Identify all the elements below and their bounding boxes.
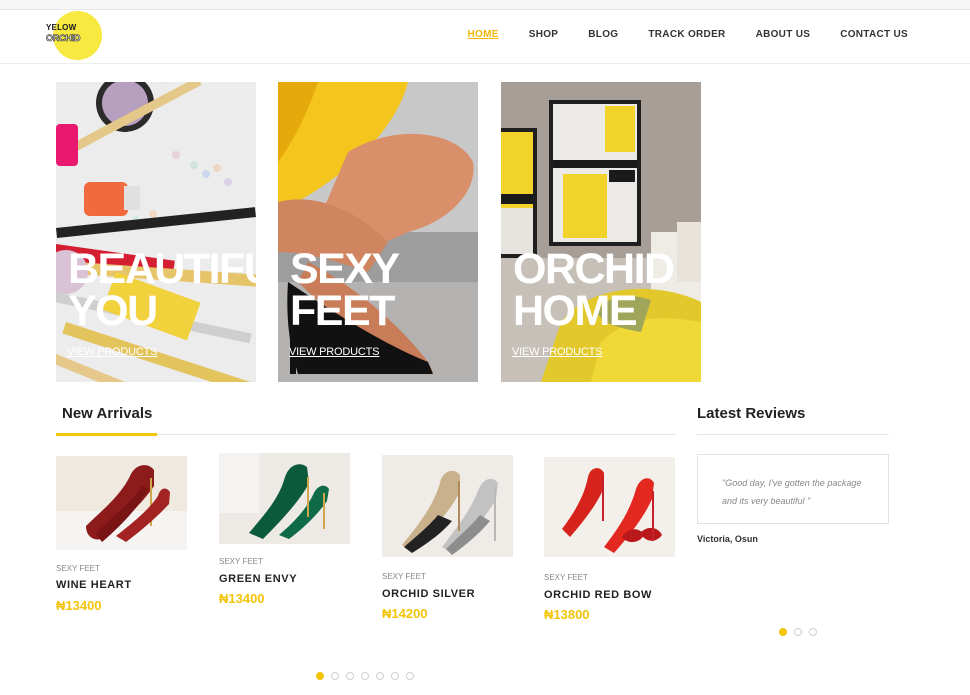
pager-dot[interactable]	[406, 672, 414, 680]
pager-dot[interactable]	[316, 672, 324, 680]
banner-sexy-feet[interactable]: SEXY FEET VIEW PRODUCTS	[278, 82, 478, 382]
pager-dot[interactable]	[361, 672, 369, 680]
product-card[interactable]: SEXY FEET GREEN ENVY ₦13400	[219, 453, 351, 613]
product-category: SEXY FEET	[544, 573, 588, 582]
top-bar	[0, 0, 970, 10]
pager-dot[interactable]	[794, 628, 802, 636]
product-category: SEXY FEET	[56, 564, 100, 573]
nav-shop[interactable]: SHOP	[529, 29, 559, 40]
product-name[interactable]: ORCHID RED BOW	[544, 589, 652, 601]
pager-dot[interactable]	[809, 628, 817, 636]
site-header: YELOW ORCHID HOME SHOP BLOG TRACK ORDER …	[0, 10, 970, 64]
promo-banners: BEAUTIFUL YOU VIEW PRODUCTS SEXY FEET VI…	[56, 82, 756, 382]
review-author: Victoria, Osun	[697, 534, 758, 544]
product-price: ₦13400	[219, 591, 265, 606]
new-arrivals-underline	[56, 433, 157, 436]
banner-title: ORCHID HOME	[513, 245, 675, 335]
product-name[interactable]: GREEN ENVY	[219, 573, 297, 585]
product-card[interactable]: SEXY FEET WINE HEART ₦13400	[56, 456, 188, 616]
nav-blog[interactable]: BLOG	[588, 29, 618, 40]
new-arrivals-heading: New Arrivals	[62, 405, 153, 422]
product-image[interactable]	[219, 453, 350, 544]
banner-home-image	[501, 82, 701, 382]
banner-orchid-home[interactable]: ORCHID HOME VIEW PRODUCTS	[501, 82, 701, 382]
product-category: SEXY FEET	[219, 557, 263, 566]
product-price: ₦14200	[382, 606, 428, 621]
banner-title: BEAUTIFUL YOU	[68, 245, 256, 335]
product-price: ₦13400	[56, 598, 102, 613]
nav-about-us[interactable]: ABOUT US	[756, 29, 811, 40]
logo-text-yelow: YELOW	[46, 23, 77, 32]
view-products-link[interactable]: VIEW PRODUCTS	[512, 346, 602, 358]
review-card: "Good day, I've gotten the package and i…	[697, 454, 889, 524]
product-name[interactable]: ORCHID SILVER	[382, 588, 475, 600]
banner-feet-image	[278, 82, 478, 382]
nav-contact-us[interactable]: CONTACT US	[840, 29, 908, 40]
shoe-image	[382, 455, 513, 557]
pager-dot[interactable]	[346, 672, 354, 680]
pager-dot[interactable]	[391, 672, 399, 680]
logo[interactable]: YELOW ORCHID	[44, 11, 102, 63]
pager-dot[interactable]	[331, 672, 339, 680]
banner-title: SEXY FEET	[290, 245, 399, 335]
product-image[interactable]	[544, 457, 675, 557]
review-text: "Good day, I've gotten the package and i…	[722, 478, 862, 506]
logo-text-orchid: ORCHID	[46, 33, 81, 44]
nav-home[interactable]: HOME	[468, 29, 499, 40]
latest-reviews-heading: Latest Reviews	[697, 405, 806, 422]
product-category: SEXY FEET	[382, 572, 426, 581]
banner-beautiful-you[interactable]: BEAUTIFUL YOU VIEW PRODUCTS	[56, 82, 256, 382]
shoe-image	[56, 456, 187, 550]
shoe-image	[219, 453, 350, 544]
product-price: ₦13800	[544, 607, 590, 622]
view-products-link[interactable]: VIEW PRODUCTS	[67, 346, 157, 358]
product-card[interactable]: SEXY FEET ORCHID SILVER ₦14200	[382, 455, 514, 625]
product-name[interactable]: WINE HEART	[56, 579, 132, 591]
pager-dot[interactable]	[376, 672, 384, 680]
product-image[interactable]	[382, 455, 513, 557]
view-products-link[interactable]: VIEW PRODUCTS	[289, 346, 379, 358]
latest-reviews-divider	[697, 434, 889, 435]
pager-dot[interactable]	[779, 628, 787, 636]
product-card[interactable]: SEXY FEET ORCHID RED BOW ₦13800	[544, 457, 676, 627]
nav-track-order[interactable]: TRACK ORDER	[648, 29, 725, 40]
reviews-pager	[779, 628, 824, 636]
banner-makeup-image	[56, 82, 256, 382]
shoe-image	[544, 457, 675, 557]
new-arrivals-pager	[316, 672, 421, 680]
main-nav: HOME SHOP BLOG TRACK ORDER ABOUT US CONT…	[438, 29, 908, 40]
product-image[interactable]	[56, 456, 187, 550]
